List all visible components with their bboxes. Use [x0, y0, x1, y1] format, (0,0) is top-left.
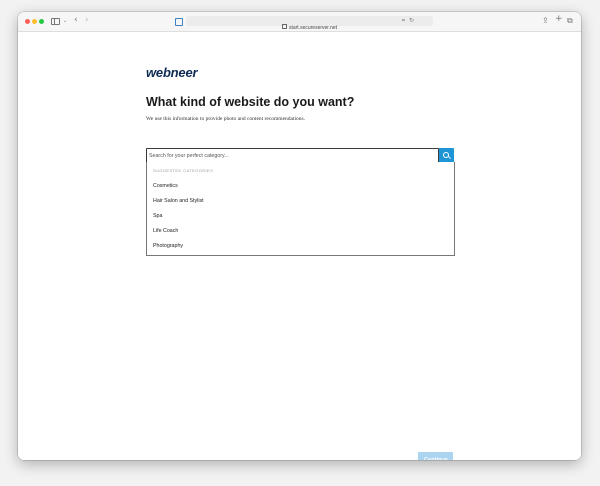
minimize-window-button[interactable] [32, 19, 37, 24]
suggestions-header: SUGGESTED CATEGORIES [153, 168, 214, 173]
continue-button[interactable]: Continue [418, 452, 453, 460]
translate-icon[interactable]: ⌗ [402, 18, 405, 25]
chevron-down-icon[interactable]: ⌄ [63, 18, 67, 25]
page-subtitle: We use this information to provide photo… [146, 116, 306, 122]
lock-icon [281, 24, 287, 29]
back-icon[interactable]: ‹ [74, 16, 78, 25]
category-search [146, 148, 454, 163]
suggestion-item[interactable]: Hair Salon and Stylist [153, 198, 204, 204]
browser-toolbar: ⌄ ‹ › start.secureserver.net ⌗ ↻ ⇪ + ⧉ [18, 12, 581, 32]
forward-icon[interactable]: › [85, 16, 89, 25]
share-icon[interactable]: ⇪ [542, 17, 549, 25]
suggestion-item[interactable]: Life Coach [153, 228, 178, 234]
address-bar[interactable]: start.secureserver.net ⌗ ↻ [186, 16, 433, 31]
suggestion-item[interactable]: Cosmetics [153, 183, 178, 189]
suggestion-item[interactable]: Photography [153, 243, 183, 249]
logo[interactable]: webneer [146, 65, 198, 80]
new-tab-icon[interactable]: + [555, 15, 563, 24]
search-input[interactable] [149, 149, 434, 162]
sidebar-icon[interactable] [51, 18, 60, 25]
suggestions-dropdown: SUGGESTED CATEGORIES Cosmetics Hair Salo… [146, 162, 455, 256]
reload-icon[interactable]: ↻ [409, 17, 414, 24]
close-window-button[interactable] [25, 19, 30, 24]
url-text: start.secureserver.net [288, 25, 338, 31]
page-content: webneer What kind of website do you want… [18, 32, 581, 460]
privacy-shield-icon[interactable] [175, 18, 183, 26]
browser-window: ⌄ ‹ › start.secureserver.net ⌗ ↻ ⇪ + ⧉ w… [18, 12, 581, 460]
fullscreen-window-button[interactable] [39, 19, 44, 24]
suggestion-item[interactable]: Spa [153, 213, 162, 219]
search-button[interactable] [439, 148, 454, 163]
page-title: What kind of website do you want? [146, 95, 355, 109]
tab-overview-icon[interactable]: ⧉ [567, 17, 573, 25]
